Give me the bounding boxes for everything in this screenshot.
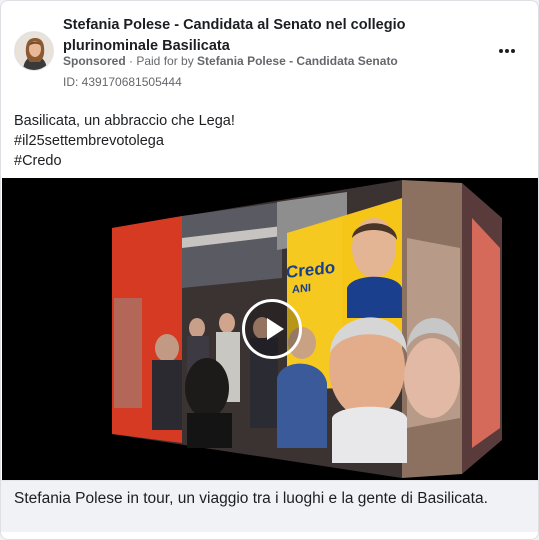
video-caption: Stefania Polese in tour, un viaggio tra …	[1, 480, 538, 532]
post-text: Basilicata, un abbraccio che Lega! #il25…	[14, 111, 235, 171]
ad-id: ID: 439170681505444	[63, 75, 182, 89]
dot	[499, 49, 503, 53]
sponsored-label: Sponsored	[63, 54, 126, 68]
dot	[511, 49, 515, 53]
post-hashtag[interactable]: #Credo	[14, 151, 235, 171]
paid-for-prefix: · Paid for by	[125, 54, 198, 68]
ad-card: Stefania Polese - Candidata al Senato ne…	[0, 0, 539, 540]
advertiser-avatar[interactable]	[14, 31, 54, 71]
sponsored-line: Sponsored · Paid for by Stefania Polese …	[63, 54, 398, 68]
video-player[interactable]: Credo ANI	[2, 178, 538, 480]
ad-header: Stefania Polese - Candidata al Senato ne…	[1, 1, 538, 101]
post-line: Basilicata, un abbraccio che Lega!	[14, 113, 235, 129]
paid-by-name[interactable]: Stefania Polese - Candidata Senato	[197, 54, 398, 68]
play-button[interactable]	[242, 299, 302, 359]
post-hashtag[interactable]: #il25settembrevotolega	[14, 131, 235, 151]
caption-text: Stefania Polese in tour, un viaggio tra …	[14, 490, 488, 507]
advertiser-name[interactable]: Stefania Polese - Candidata al Senato ne…	[63, 15, 483, 57]
more-options-icon[interactable]	[493, 39, 521, 63]
play-icon	[267, 318, 284, 340]
dot	[505, 49, 509, 53]
